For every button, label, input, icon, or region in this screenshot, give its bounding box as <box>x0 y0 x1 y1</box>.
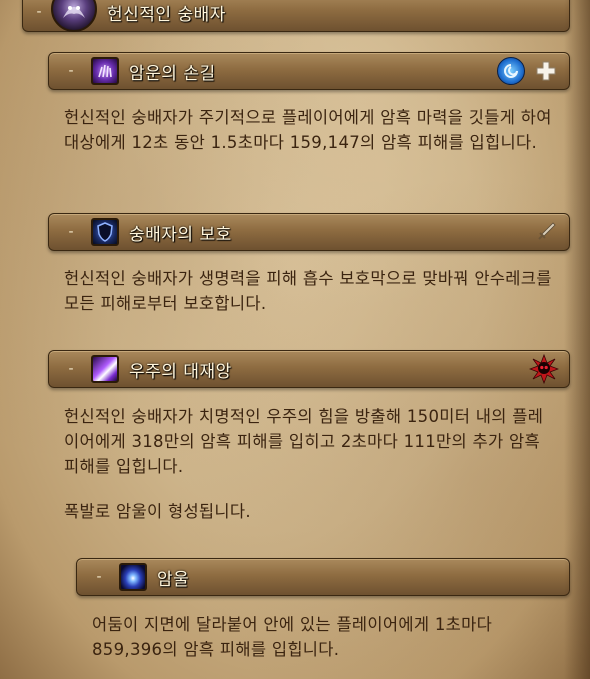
worshipper-portrait-icon <box>51 0 97 32</box>
ability-description: 헌신적인 숭배자가 생명력을 피해 흡수 보호막으로 맞바꿔 안수레크를 모든 … <box>64 269 552 313</box>
ability-title: 암운의 손길 <box>129 63 216 84</box>
ability-header-cosmic-cataclysm[interactable]: - 우주의 대재앙 <box>48 350 570 388</box>
deadly-skull-icon <box>529 354 559 384</box>
collapse-toggle[interactable]: - <box>29 4 49 20</box>
ability-description: 헌신적인 숭배자가 치명적인 우주의 힘을 방출해 150미터 내의 플레이어에… <box>64 407 544 476</box>
ability-header-worshipper-protection[interactable]: - 숭배자의 보호 <box>48 213 570 251</box>
ability-title: 숭배자의 보호 <box>129 224 232 245</box>
collapse-toggle[interactable]: - <box>89 569 109 585</box>
dark-vortex-icon <box>119 563 147 591</box>
collapse-toggle[interactable]: - <box>61 361 81 377</box>
shadow-shield-icon <box>91 218 119 246</box>
ability-description: 어둠이 지면에 달라붙어 안에 있는 플레이어에게 1초마다 859,396의 … <box>92 615 493 659</box>
ability-header-gloom[interactable]: - 암울 <box>76 558 570 596</box>
ability-description-extra: 폭발로 암울이 형성됩니다. <box>64 502 251 521</box>
collapse-toggle[interactable]: - <box>61 63 81 79</box>
shadow-hand-icon <box>91 57 119 85</box>
tank-sword-icon <box>533 219 559 245</box>
collapse-toggle[interactable]: - <box>61 224 81 240</box>
ability-title: 우주의 대재앙 <box>129 361 232 382</box>
ability-description: 헌신적인 숭배자가 주기적으로 플레이어에게 암흑 마력을 깃들게 하여 대상에… <box>64 108 552 152</box>
healer-icon <box>533 58 559 84</box>
right-edge-shadow <box>564 0 590 679</box>
ability-title: 암울 <box>157 569 190 590</box>
section-header-devoted-worshipper[interactable]: - 헌신적인 숭배자 <box>22 0 570 32</box>
cosmic-beam-icon <box>91 355 119 383</box>
section-title: 헌신적인 숭배자 <box>107 4 226 25</box>
magic-dispel-icon <box>497 57 525 85</box>
ability-header-shadow-touch[interactable]: - 암운의 손길 <box>48 52 570 90</box>
